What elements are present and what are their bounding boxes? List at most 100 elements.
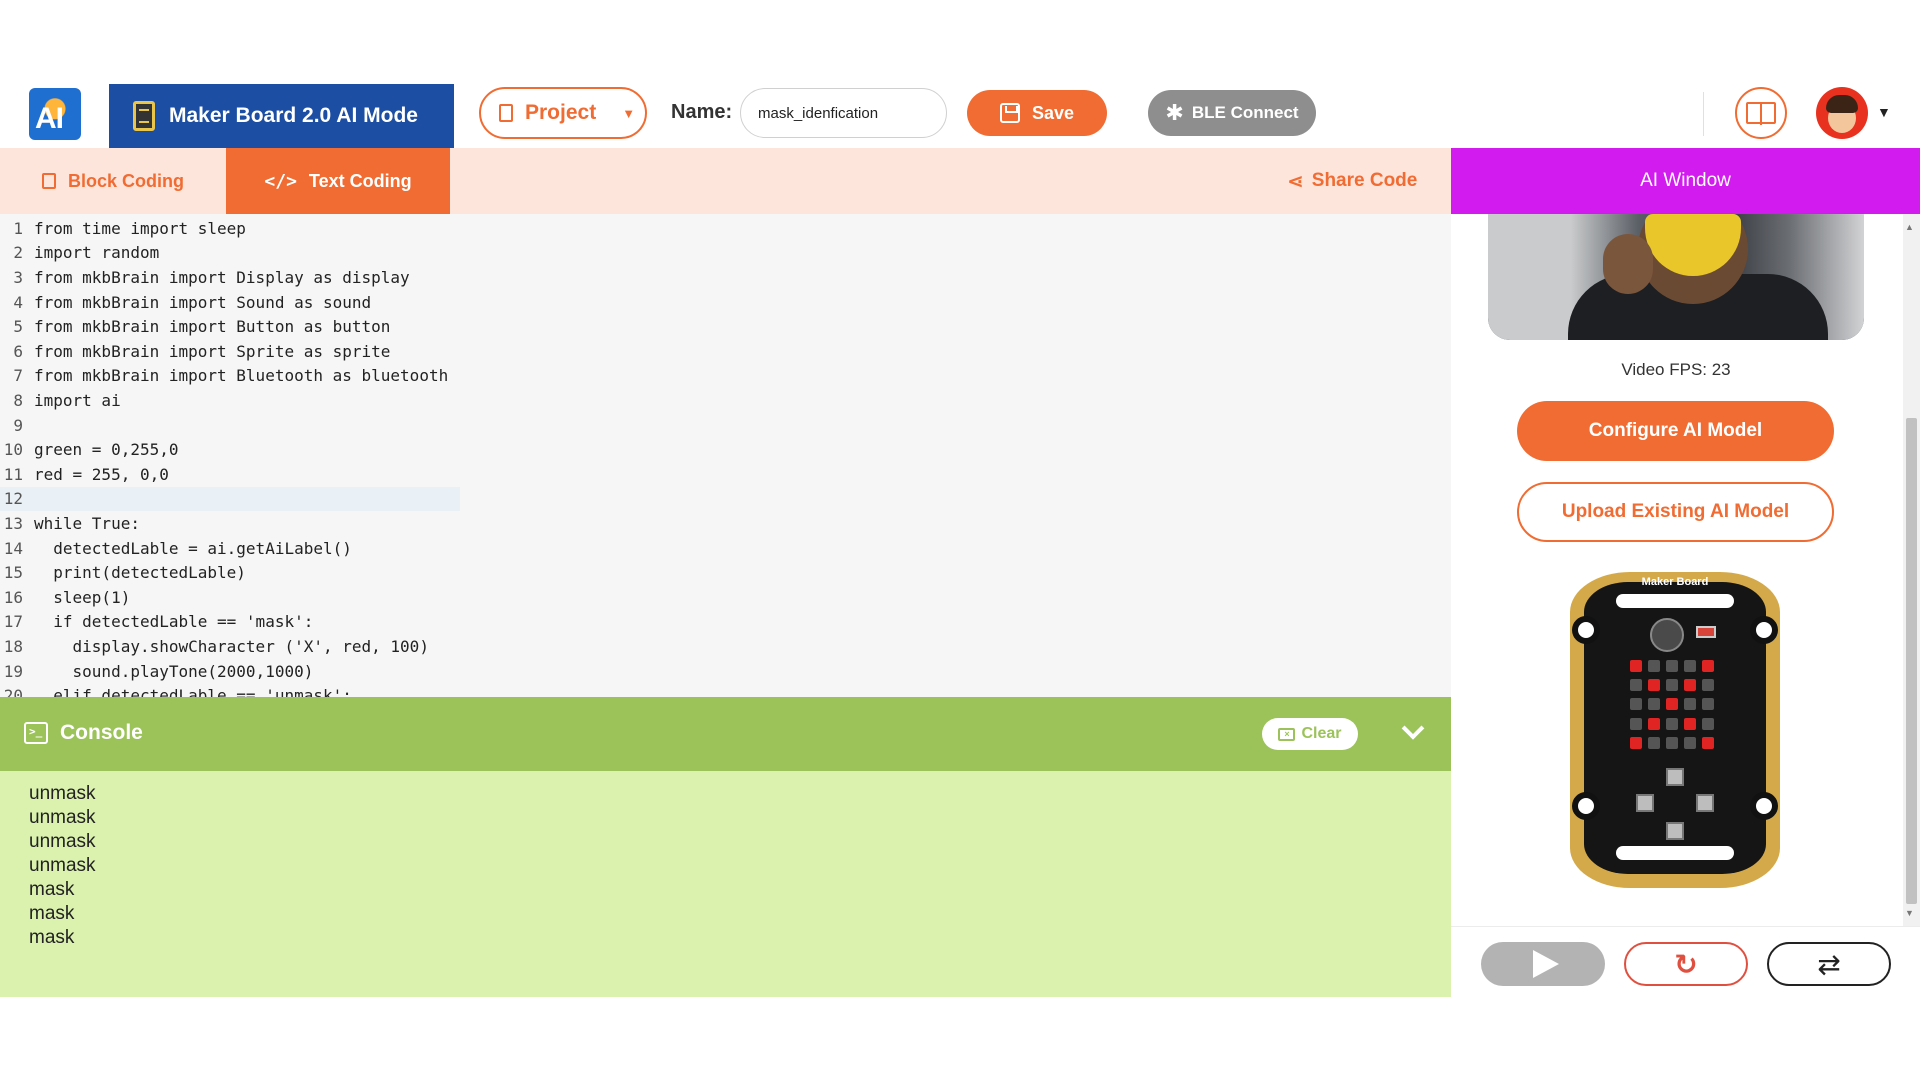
code-line[interactable]: 4 from mkbBrain import Sound as sound <box>0 290 460 315</box>
upload-ai-model-button[interactable]: Upload Existing AI Model <box>1517 482 1834 542</box>
collapse-console-button[interactable] <box>1396 717 1430 750</box>
line-number: 15 <box>3 563 23 583</box>
scrollbar-thumb[interactable] <box>1906 418 1917 904</box>
board-mode-title[interactable]: Maker Board 2.0 AI Mode <box>109 84 454 148</box>
line-number: 12 <box>3 489 23 509</box>
line-number: 5 <box>13 317 23 337</box>
share-icon: ⋖ <box>1287 170 1304 193</box>
line-number: 7 <box>13 366 23 386</box>
led-cell <box>1684 679 1696 692</box>
configure-ai-model-button[interactable]: Configure AI Model <box>1517 401 1834 461</box>
app-root: AI Maker Board 2.0 AI Mode Project ▼ Nam… <box>0 0 1920 1080</box>
code-text: sleep(1) <box>34 587 131 607</box>
code-line[interactable]: 6 from mkbBrain import Sprite as sprite <box>0 339 460 364</box>
line-number: 8 <box>13 390 23 410</box>
blocks-icon <box>42 173 56 189</box>
project-name-input[interactable] <box>740 88 947 138</box>
scroll-down-icon[interactable]: ▼ <box>1905 908 1914 918</box>
name-label: Name: <box>671 101 733 123</box>
camera-video-feed <box>1488 214 1864 340</box>
tab-text-coding[interactable]: </> Text Coding <box>226 148 450 214</box>
code-text: red = 255, 0,0 <box>34 464 169 484</box>
save-label: Save <box>1031 102 1075 123</box>
book-icon <box>1746 102 1776 125</box>
code-line[interactable]: 5 from mkbBrain import Button as button <box>0 314 460 339</box>
user-avatar[interactable] <box>1816 87 1868 139</box>
clear-icon: × <box>1278 727 1296 741</box>
led-cell <box>1684 717 1696 730</box>
code-line[interactable]: 15 print(detectedLable) <box>0 560 460 585</box>
code-line[interactable]: 17 if detectedLable == 'mask': <box>0 610 460 635</box>
code-line[interactable]: 13 while True: <box>0 511 460 536</box>
led-cell <box>1702 660 1714 672</box>
code-text: green = 0,255,0 <box>34 440 179 460</box>
console-line: mask <box>29 927 75 948</box>
board-mode-label: Maker Board 2.0 AI Mode <box>169 104 418 127</box>
led-cell <box>1666 698 1678 711</box>
reset-icon: ↻ <box>1674 948 1698 980</box>
floppy-disk-icon <box>999 103 1020 123</box>
code-text: from mkbBrain import Bluetooth as blueto… <box>34 366 449 386</box>
led-cell <box>1702 698 1714 711</box>
code-line[interactable]: 16 sleep(1) <box>0 585 460 610</box>
console-label: Console <box>60 721 143 744</box>
code-line[interactable]: 7 from mkbBrain import Bluetooth as bluet… <box>0 364 460 389</box>
ai-window-header: AI Window <box>1451 148 1920 214</box>
line-number: 13 <box>3 513 23 533</box>
save-button[interactable]: Save <box>967 90 1107 136</box>
clear-label: Clear <box>1301 725 1342 742</box>
chevron-down-icon: ▼ <box>622 105 636 121</box>
clear-console-button[interactable]: × Clear <box>1262 718 1358 750</box>
code-line[interactable]: 12 <box>0 486 460 512</box>
console-line: unmask <box>29 783 96 804</box>
led-cell <box>1630 679 1642 692</box>
ai-logo-icon[interactable]: AI <box>29 88 81 140</box>
code-line[interactable]: 1 from time import sleep <box>0 216 460 241</box>
avatar-dropdown-icon[interactable]: ▼ <box>1877 104 1891 120</box>
share-code-button[interactable]: ⋖ Share Code <box>1287 148 1417 214</box>
led-cell <box>1630 698 1642 711</box>
console-title: >_ Console <box>24 721 143 745</box>
upload-label: Upload Existing AI Model <box>1561 501 1790 522</box>
code-line[interactable]: 19 sound.playTone(2000,1000) <box>0 659 460 684</box>
led-cell <box>1648 660 1660 672</box>
code-text: while True: <box>34 513 140 533</box>
led-cell <box>1666 679 1678 692</box>
button-a <box>1636 794 1654 812</box>
code-line[interactable]: 20 elif detectedLable == 'unmask': <box>0 683 460 697</box>
code-line[interactable]: 10 green = 0,255,0 <box>0 437 460 462</box>
code-line[interactable]: 3 from mkbBrain import Display as display <box>0 265 460 290</box>
share-label: Share Code <box>1311 170 1418 191</box>
console-line: mask <box>29 879 75 900</box>
reset-button[interactable]: ↻ <box>1624 942 1748 986</box>
code-text: if detectedLable == 'mask': <box>34 612 314 632</box>
code-text: from time import sleep <box>34 218 246 238</box>
ble-connect-button[interactable]: ✱ BLE Connect <box>1148 90 1316 136</box>
line-number: 2 <box>13 243 23 263</box>
sync-button[interactable]: ⇄ <box>1767 942 1891 986</box>
code-text: print(detectedLable) <box>34 563 246 583</box>
code-line[interactable]: 9 <box>0 413 460 438</box>
scroll-up-icon[interactable]: ▲ <box>1905 222 1914 232</box>
ble-label: BLE Connect <box>1191 103 1299 122</box>
code-line[interactable]: 11 red = 255, 0,0 <box>0 462 460 487</box>
run-button[interactable] <box>1481 942 1605 986</box>
code-line[interactable]: 8 import ai <box>0 388 460 413</box>
header-divider <box>1703 92 1704 136</box>
code-line[interactable]: 14 detectedLable = ai.getAiLabel() <box>0 536 460 561</box>
console-header <box>0 697 1451 771</box>
line-number: 10 <box>3 440 23 460</box>
guide-button[interactable] <box>1735 87 1787 139</box>
code-editor[interactable]: 1 from time import sleep 2 import random 3 fr… <box>0 214 1451 697</box>
line-number: 20 <box>3 686 23 697</box>
line-number: 19 <box>3 661 23 681</box>
code-line[interactable]: 2 import random <box>0 241 460 266</box>
tab-text-label: Text Coding <box>308 170 412 191</box>
line-number: 4 <box>13 292 23 312</box>
code-text: import random <box>34 243 160 263</box>
console-line: mask <box>29 903 75 924</box>
tab-block-coding[interactable]: Block Coding <box>0 148 226 214</box>
led-cell <box>1630 660 1642 672</box>
project-menu-button[interactable]: Project ▼ <box>479 87 647 139</box>
code-line[interactable]: 18 display.showCharacter ('X', red, 100) <box>0 634 460 659</box>
